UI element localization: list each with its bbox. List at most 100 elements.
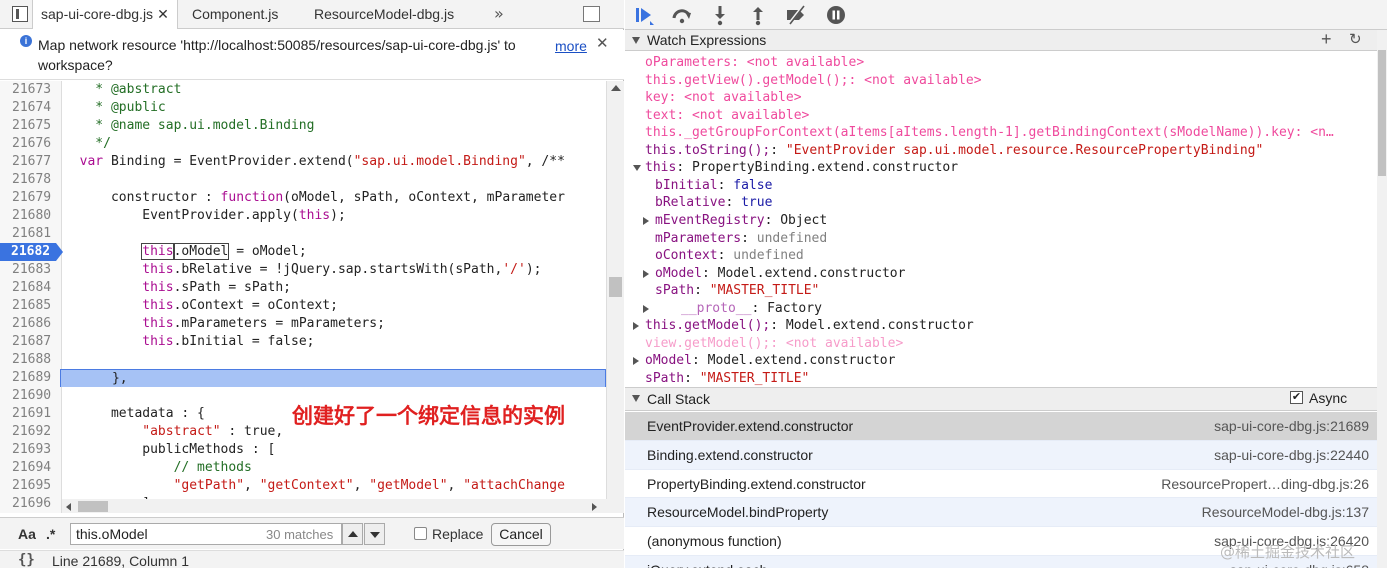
watch-item[interactable]: key: <not available> (625, 89, 1377, 107)
cancel-button[interactable]: Cancel (491, 523, 551, 546)
regex-button[interactable]: .* (46, 526, 55, 542)
call-frame[interactable]: Binding.extend.constructor sap-ui-core-db… (625, 440, 1377, 470)
code-line[interactable]: 21675 * @name sap.ui.model.Binding (0, 117, 606, 135)
editor-vertical-scrollbar[interactable] (606, 81, 624, 499)
infobar-more-link[interactable]: more (555, 36, 587, 56)
code-editor[interactable]: 21673 * @abstract 21674 * @public 21675 * … (0, 81, 624, 513)
line-number[interactable]: 21695 (0, 477, 57, 495)
line-number[interactable]: 21685 (0, 297, 57, 315)
call-frame-location[interactable]: sap-ui-core-dbg.js:22440 (1214, 441, 1369, 469)
deactivate-breakpoints-icon[interactable] (785, 4, 807, 26)
code-line[interactable]: 21677 var Binding = EventProvider.extend… (0, 153, 606, 171)
expanded-triangle-icon[interactable] (633, 165, 641, 172)
call-frame[interactable]: ResourceModel.bindProperty ResourceModel-… (625, 498, 1377, 528)
line-number[interactable]: 21692 (0, 423, 57, 441)
code-line[interactable]: 21685 this.oContext = oContext; (0, 297, 606, 315)
call-stack-header[interactable]: Call Stack (625, 387, 1377, 411)
tab-sap-ui-core[interactable]: sap-ui-core-dbg.js ✕ (32, 0, 178, 29)
line-number[interactable]: 21694 (0, 459, 57, 477)
watch-item[interactable]: oModel: Model.extend.constructor (625, 265, 1377, 283)
code-line[interactable]: 21680 EventProvider.apply(this); (0, 207, 606, 225)
line-number[interactable]: 21677 (0, 153, 57, 171)
sidebar-scrollbar[interactable] (1377, 30, 1387, 568)
tab-resourcemodel[interactable]: ResourceModel-dbg.js (306, 0, 462, 29)
tab-component[interactable]: Component.js (184, 0, 286, 29)
collapsed-triangle-icon[interactable] (643, 216, 649, 225)
add-expression-icon[interactable]: + (1321, 29, 1332, 49)
line-number[interactable]: 21683 (0, 261, 57, 279)
watch-item[interactable]: view.getModel();: <not available> (625, 335, 1377, 353)
replace-checkbox[interactable] (414, 527, 427, 540)
code-line[interactable]: 21686 this.mParameters = mParameters; (0, 315, 606, 333)
watch-item[interactable]: bInitial: false (625, 177, 1377, 195)
breakpoint-marker[interactable]: 21682 (0, 243, 63, 261)
scroll-thumb[interactable] (78, 501, 108, 512)
code-line[interactable]: 21674 * @public (0, 99, 606, 117)
line-number[interactable]: 21688 (0, 351, 57, 369)
code-line[interactable]: 21695 "getPath", "getContext", "getModel… (0, 477, 606, 495)
code-line[interactable]: 21684 this.sPath = sPath; (0, 279, 606, 297)
code-line[interactable]: 21676 */ (0, 135, 606, 153)
collapsed-triangle-icon[interactable] (643, 304, 649, 313)
close-tab-icon[interactable]: ✕ (157, 6, 169, 22)
collapsed-triangle-icon[interactable] (633, 357, 639, 366)
collapsed-triangle-icon[interactable] (633, 322, 639, 331)
watch-item[interactable]: text: <not available> (625, 107, 1377, 125)
code-line[interactable]: 21679 constructor : function(oModel, sPa… (0, 189, 606, 207)
line-number[interactable]: 21673 (0, 81, 57, 99)
code-line[interactable]: 21678 (0, 171, 606, 189)
watch-expressions-header[interactable]: Watch Expressions + ↻ (625, 29, 1377, 51)
call-frame-location[interactable]: ResourcePropert…ding-dbg.js:26 (1161, 470, 1369, 498)
editor-horizontal-scrollbar[interactable] (62, 499, 624, 513)
watch-item[interactable]: oModel: Model.extend.constructor (625, 352, 1377, 370)
more-tabs-button[interactable]: » (494, 0, 504, 27)
line-number[interactable]: 21674 (0, 99, 57, 117)
step-into-icon[interactable] (709, 4, 731, 26)
code-line[interactable]: 21689 }, (0, 369, 606, 387)
toggle-navigator-icon[interactable] (12, 6, 28, 22)
watch-item[interactable]: this.getModel();: Model.extend.construct… (625, 317, 1377, 335)
step-out-icon[interactable] (747, 4, 769, 26)
step-over-icon[interactable] (671, 4, 693, 26)
line-number[interactable]: 21681 (0, 225, 57, 243)
watch-item[interactable]: this.getView().getModel();: <not availab… (625, 72, 1377, 90)
call-frame-location[interactable]: sap-ui-core-dbg.js:21689 (1214, 412, 1369, 440)
watch-item[interactable]: this._getGroupForContext(aItems[aItems.l… (625, 124, 1377, 142)
line-number[interactable]: 21680 (0, 207, 57, 225)
line-number[interactable]: 21684 (0, 279, 57, 297)
watch-item[interactable]: __proto__: Factory (625, 300, 1377, 318)
code-line[interactable]: 21682 this.oModel = oModel; (0, 243, 606, 261)
watch-item[interactable]: mParameters: undefined (625, 230, 1377, 248)
line-number[interactable]: 21675 (0, 117, 57, 135)
watch-item[interactable]: this.toString();: "EventProvider sap.ui.… (625, 142, 1377, 160)
code-line[interactable]: 21683 this.bRelative = !jQuery.sap.start… (0, 261, 606, 279)
watch-item[interactable]: sPath: "MASTER_TITLE" (625, 282, 1377, 300)
line-number[interactable]: 21678 (0, 171, 57, 189)
line-number[interactable]: 21690 (0, 387, 57, 405)
match-case-button[interactable]: Aa (18, 526, 36, 542)
refresh-icon[interactable]: ↻ (1349, 30, 1362, 50)
line-number[interactable]: 21696 (0, 495, 57, 513)
code-line[interactable]: 21688 (0, 351, 606, 369)
watch-item[interactable]: this: PropertyBinding.extend.constructor (625, 159, 1377, 177)
watch-item[interactable]: oParameters: <not available> (625, 54, 1377, 72)
call-frame[interactable]: EventProvider.extend.constructor sap-ui-c… (625, 412, 1377, 441)
async-toggle[interactable]: ✔ Async (1290, 390, 1347, 406)
scroll-thumb[interactable] (1378, 50, 1386, 176)
line-number[interactable]: 21689 (0, 369, 57, 387)
line-number[interactable]: 21686 (0, 315, 57, 333)
previous-match-button[interactable] (342, 523, 363, 545)
toggle-debugger-icon[interactable] (583, 6, 600, 22)
infobar-close-icon[interactable]: ✕ (596, 34, 609, 54)
line-number[interactable]: 21691 (0, 405, 57, 423)
collapsed-triangle-icon[interactable] (643, 269, 649, 278)
pause-on-exceptions-icon[interactable] (825, 4, 847, 26)
line-number[interactable]: 21679 (0, 189, 57, 207)
line-number[interactable]: 21693 (0, 441, 57, 459)
code-line[interactable]: 21681 (0, 225, 606, 243)
next-match-button[interactable] (364, 523, 385, 545)
call-frame[interactable]: PropertyBinding.extend.constructor Resour… (625, 470, 1377, 499)
resume-icon[interactable] (633, 4, 655, 26)
watch-item[interactable]: sPath: "MASTER_TITLE" (625, 370, 1377, 386)
code-line[interactable]: 21694 // methods (0, 459, 606, 477)
